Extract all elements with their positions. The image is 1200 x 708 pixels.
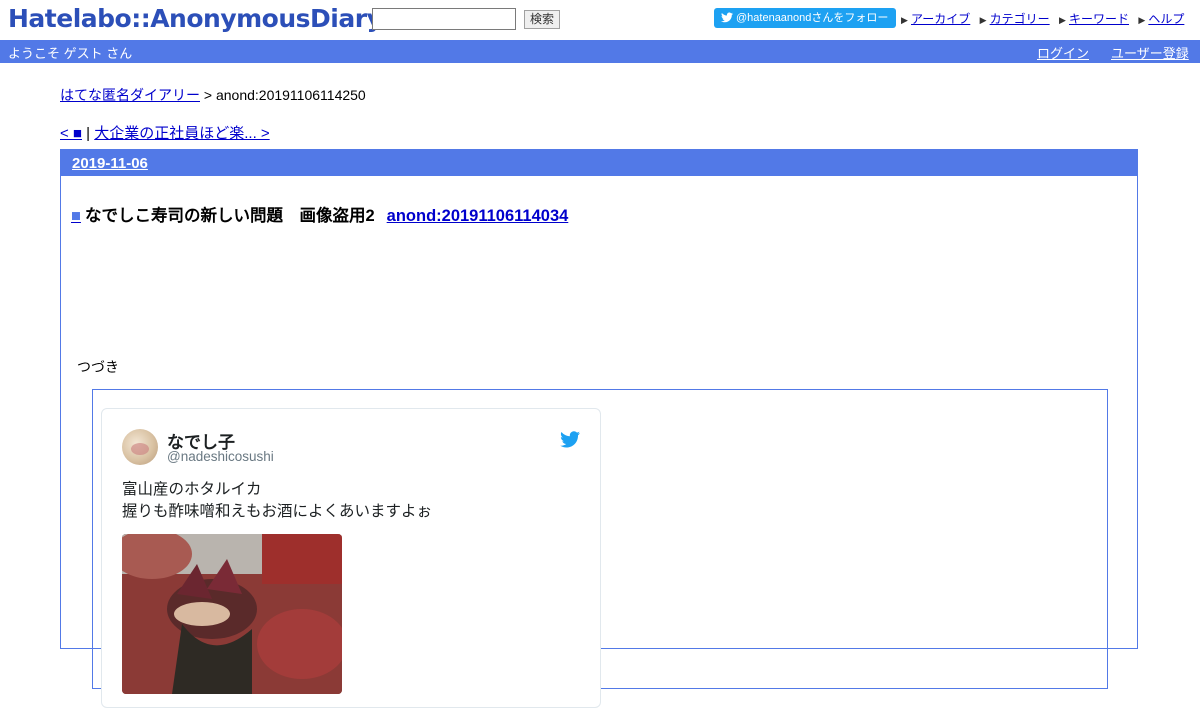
- embedded-tweet[interactable]: なでし子 @nadeshicosushi 富山産のホタルイカ 握りも酢味噌和えも…: [101, 408, 601, 708]
- entry-anchor-link[interactable]: anond:20191106114034: [387, 207, 569, 225]
- welcome-text: ようこそ ゲスト さん: [8, 46, 133, 61]
- nav-archive[interactable]: アーカイブ: [911, 12, 970, 26]
- arrow-icon: ▶: [1058, 15, 1066, 25]
- day-section: 2019-11-06 ■ なでしこ寿司の新しい問題 画像盗用2 anond:2019…: [60, 149, 1138, 708]
- avatar[interactable]: [122, 429, 158, 465]
- welcome-bar: ようこそ ゲスト さん ログイン ユーザー登録: [0, 40, 1200, 63]
- day-date-link[interactable]: 2019-11-06: [72, 155, 148, 172]
- sushi-photo-graphic: [122, 534, 342, 694]
- top-header: Hatelabo::AnonymousDiary 検索 @hatenaanond…: [0, 0, 1200, 40]
- tweet-text: 富山産のホタルイカ 握りも酢味噌和えもお酒によくあいますよぉ: [122, 479, 432, 523]
- nav-help[interactable]: ヘルプ: [1148, 12, 1184, 26]
- tweet-line: 富山産のホタルイカ: [122, 481, 262, 498]
- entry-permalink[interactable]: ■: [71, 207, 81, 225]
- twitter-follow-button[interactable]: @hatenaanondさんをフォロー: [714, 8, 896, 28]
- pager-divider: |: [82, 125, 95, 142]
- tweet-author-handle[interactable]: @nadeshicosushi: [167, 449, 274, 464]
- entry-pager: < ■ | 大企業の正社員ほど楽... >: [60, 122, 270, 143]
- day-header: 2019-11-06: [61, 150, 1137, 176]
- breadcrumb: はてな匿名ダイアリー > anond:20191106114250: [60, 85, 366, 105]
- login-link[interactable]: ログイン: [1037, 43, 1089, 62]
- arrow-icon: ▶: [901, 15, 908, 25]
- nav-keyword[interactable]: キーワード: [1069, 12, 1129, 26]
- top-nav: ▶ アーカイブ ▶ カテゴリー ▶ キーワード ▶ ヘルプ: [901, 10, 1190, 27]
- twitter-bird-icon: [721, 12, 733, 23]
- follow-label: @hatenaanondさんをフォロー: [736, 12, 889, 24]
- tweet-line: 握りも酢味噌和えもお酒によくあいますよぉ: [122, 503, 433, 520]
- breadcrumb-separator: >: [200, 87, 216, 103]
- search-button[interactable]: 検索: [524, 10, 560, 29]
- arrow-icon: ▶: [979, 15, 987, 25]
- entry-title-text: なでしこ寿司の新しい問題 画像盗用2: [84, 207, 375, 225]
- next-entry-link[interactable]: 大企業の正社員ほど楽... >: [94, 125, 269, 142]
- register-link[interactable]: ユーザー登録: [1111, 43, 1189, 62]
- prev-entry-link[interactable]: < ■: [60, 125, 82, 142]
- nav-category[interactable]: カテゴリー: [990, 12, 1050, 26]
- search-input[interactable]: [372, 8, 516, 30]
- breadcrumb-home-link[interactable]: はてな匿名ダイアリー: [60, 87, 200, 103]
- tweet-photo[interactable]: [122, 534, 342, 694]
- site-logo[interactable]: Hatelabo::AnonymousDiary: [8, 4, 383, 33]
- breadcrumb-current: anond:20191106114250: [215, 87, 366, 103]
- blockquote: なでし子 @nadeshicosushi 富山産のホタルイカ 握りも酢味噌和えも…: [92, 389, 1108, 708]
- twitter-logo-icon[interactable]: [560, 431, 580, 448]
- entry-body-text: つづき: [77, 359, 119, 375]
- entry-title: ■ なでしこ寿司の新しい問題 画像盗用2 anond:20191106114034: [71, 202, 568, 226]
- arrow-icon: ▶: [1138, 15, 1146, 25]
